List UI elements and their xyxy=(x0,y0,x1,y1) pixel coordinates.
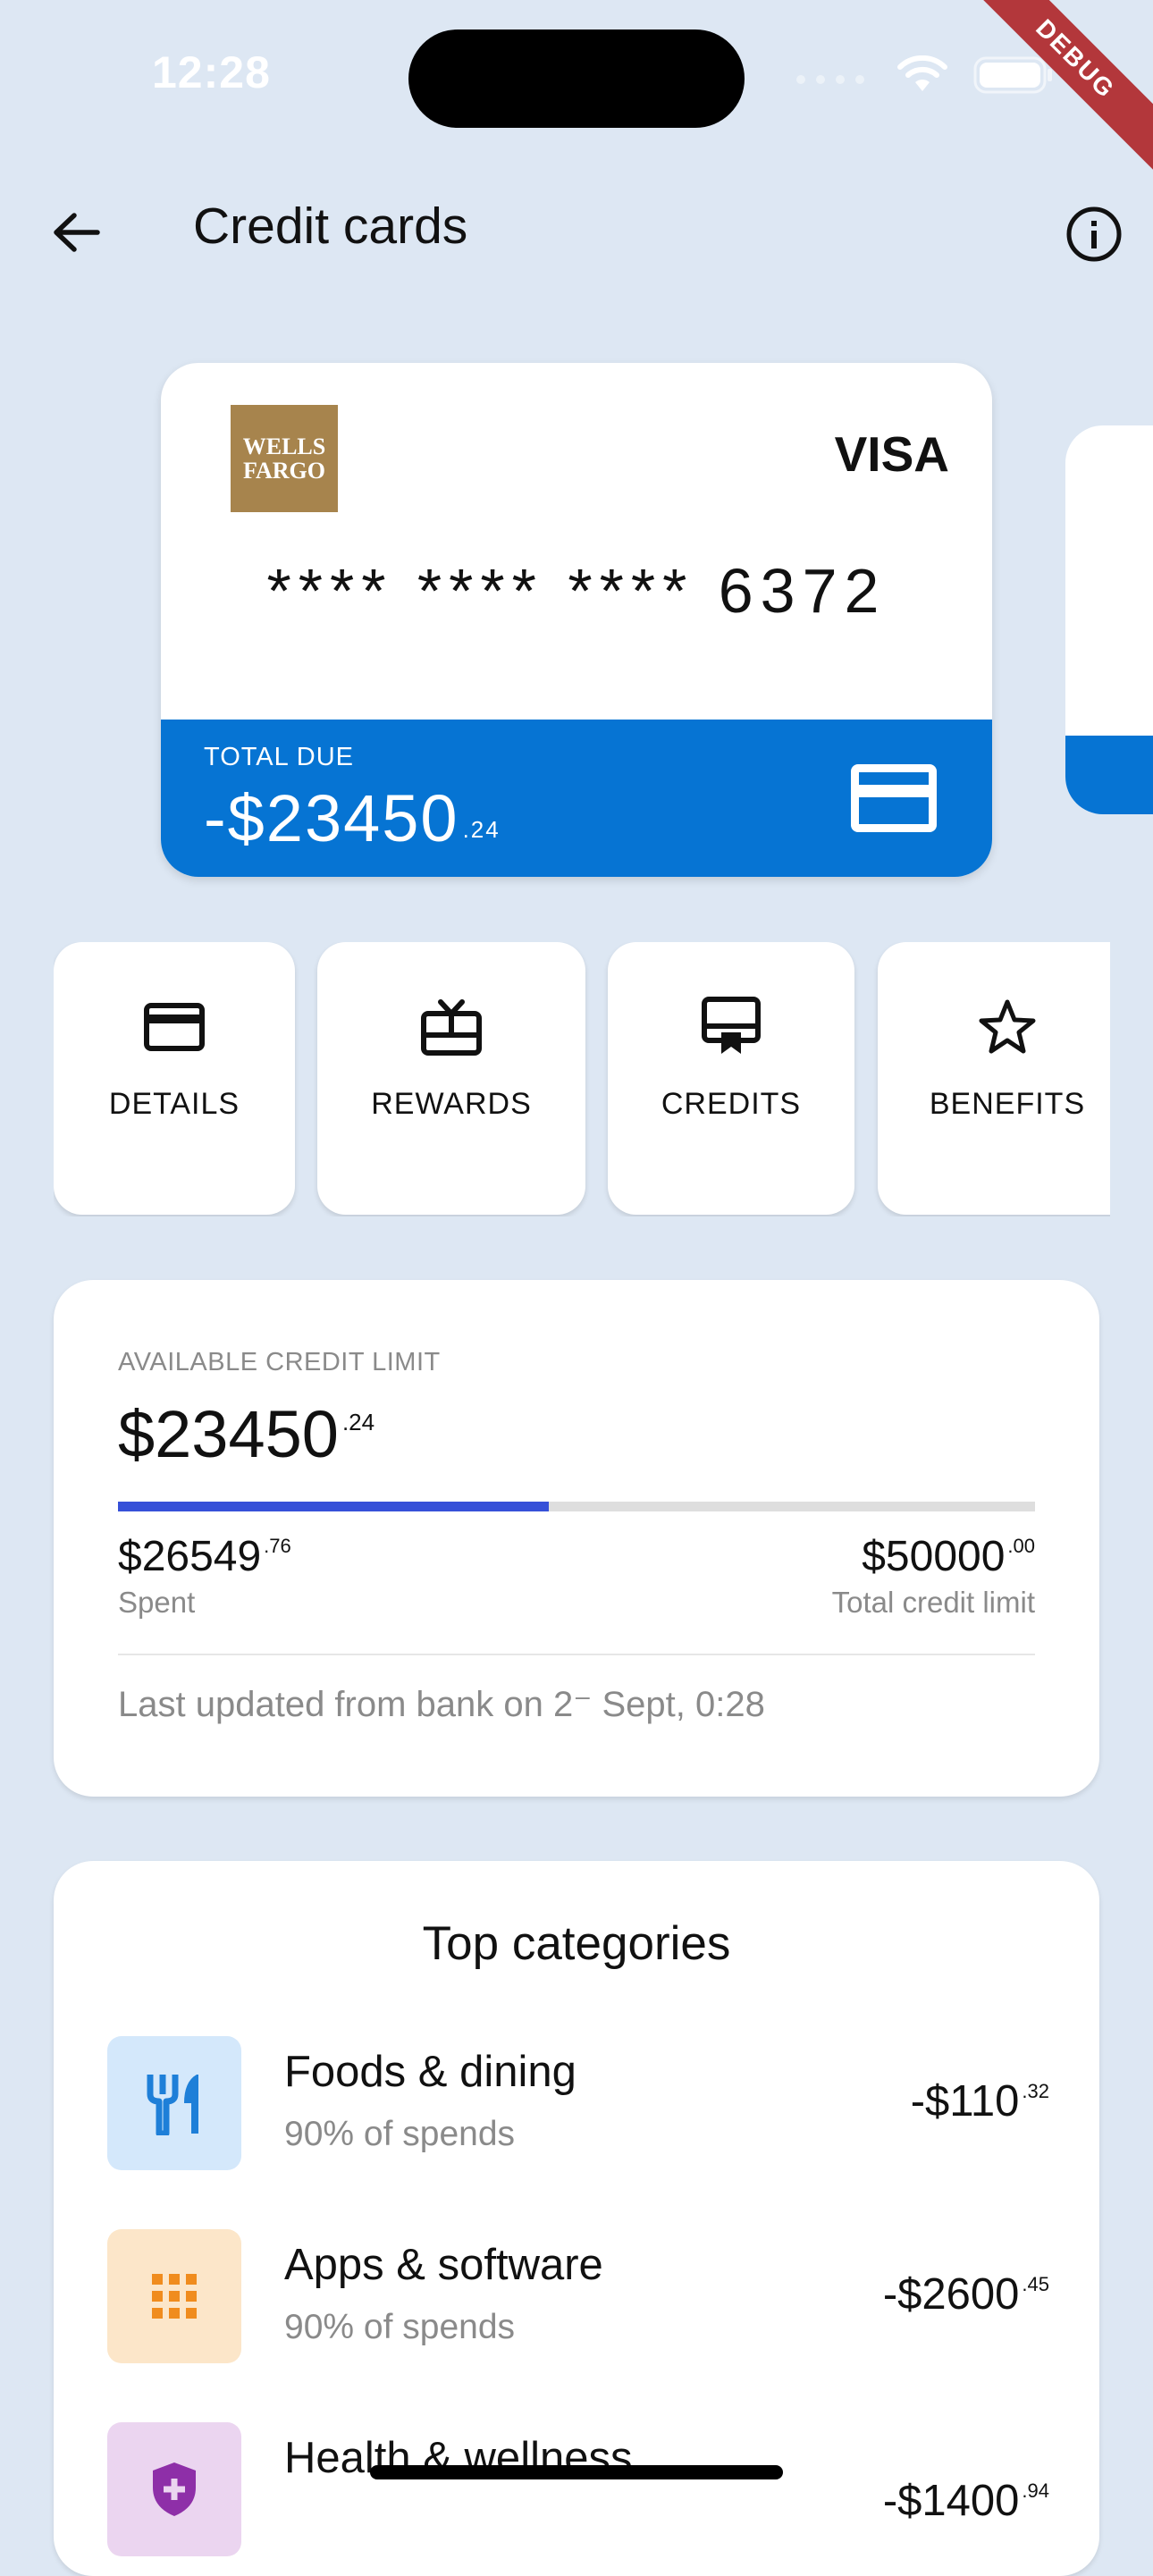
info-button[interactable] xyxy=(1064,204,1124,265)
details-label: DETAILS xyxy=(108,1087,240,1121)
category-name: Apps & software xyxy=(284,2241,603,2289)
total-due-value: -$23450 xyxy=(204,781,459,855)
bank-logo-line2: FARGO xyxy=(243,458,325,484)
next-card-peek[interactable] xyxy=(1065,425,1153,814)
info-circle-icon xyxy=(1066,206,1122,262)
signal-icon xyxy=(796,75,864,84)
total-limit-label: Total credit limit xyxy=(831,1586,1035,1619)
dynamic-island xyxy=(408,29,745,128)
credit-usage-fill xyxy=(118,1502,550,1511)
category-row-foods[interactable]: Foods & dining 90% of spends -$110.32 xyxy=(54,2036,1099,2179)
top-categories-title: Top categories xyxy=(422,1917,731,1970)
home-indicator[interactable] xyxy=(370,2465,783,2479)
category-row-health[interactable]: Health & wellness -$1400.94 xyxy=(54,2422,1099,2565)
category-row-apps[interactable]: Apps & software 90% of spends -$2600.45 xyxy=(54,2229,1099,2372)
rewards-label: REWARDS xyxy=(371,1087,532,1121)
total-due-label: TOTAL DUE xyxy=(204,743,354,771)
spent-value: $26549 xyxy=(118,1533,262,1580)
credits-label: CREDITS xyxy=(661,1087,802,1121)
total-limit-cents: .00 xyxy=(1007,1535,1035,1557)
card-membership-icon xyxy=(702,997,761,1054)
status-icons xyxy=(792,55,1055,95)
restaurant-icon xyxy=(147,2075,198,2135)
credit-card-icon xyxy=(851,764,937,832)
benefits-label: BENEFITS xyxy=(929,1087,1086,1121)
category-name: Foods & dining xyxy=(284,2048,576,2096)
spent-cents: .76 xyxy=(264,1535,291,1557)
star-outline-icon xyxy=(979,999,1036,1054)
category-amount-value: -$1400 xyxy=(882,2477,1020,2525)
card-network: VISA xyxy=(834,426,949,482)
total-limit-value: $50000 xyxy=(862,1533,1006,1580)
card-due-section: TOTAL DUE -$23450.24 xyxy=(161,720,992,877)
bank-logo: WELLS FARGO xyxy=(231,405,338,512)
card-number: **** **** **** 6372 xyxy=(266,556,887,626)
category-icon-bg xyxy=(107,2229,241,2363)
category-icon-bg xyxy=(107,2422,241,2556)
category-amount: -$2600.45 xyxy=(883,2269,1049,2319)
credit-card[interactable]: WELLS FARGO VISA **** **** **** 6372 TOT… xyxy=(161,363,992,877)
category-amount-value: -$110 xyxy=(910,2077,1020,2126)
available-credit-value: $23450 xyxy=(118,1397,339,1471)
credit-limit-label: AVAILABLE CREDIT LIMIT xyxy=(118,1348,441,1376)
divider xyxy=(118,1654,1035,1655)
credit-usage-bar xyxy=(118,1502,1035,1511)
total-due-amount: -$23450.24 xyxy=(204,780,501,856)
back-button[interactable] xyxy=(45,201,107,264)
spent-amount: $26549.76 xyxy=(118,1532,291,1581)
available-credit-cents: .24 xyxy=(341,1409,375,1435)
category-amount-cents: .94 xyxy=(1022,2479,1049,2502)
credits-button[interactable]: CREDITS xyxy=(608,942,854,1215)
available-credit: $23450.24 xyxy=(118,1396,375,1472)
category-amount: -$110.32 xyxy=(911,2076,1049,2126)
card-actions: DETAILS REWARDS CREDITS BENEFITS xyxy=(54,942,1110,1216)
credit-limit-card: AVAILABLE CREDIT LIMIT $23450.24 $26549.… xyxy=(54,1280,1099,1797)
status-time: 12:28 xyxy=(152,47,271,97)
category-amount-value: -$2600 xyxy=(882,2270,1020,2319)
category-amount: -$1400.94 xyxy=(883,2476,1049,2526)
arrow-left-icon xyxy=(54,213,100,252)
category-share: 90% of spends xyxy=(284,2115,516,2153)
last-updated-text: Last updated from bank on 2⁻ Sept, 0:28 xyxy=(118,1685,765,1724)
bank-logo-line1: WELLS xyxy=(242,434,326,459)
health-shield-icon xyxy=(153,2462,196,2516)
total-limit-amount: $50000.00 xyxy=(862,1532,1035,1581)
details-button[interactable]: DETAILS xyxy=(54,942,295,1215)
category-amount-cents: .32 xyxy=(1022,2080,1049,2102)
gift-card-icon xyxy=(421,999,482,1056)
wifi-icon xyxy=(897,55,947,91)
spent-label: Spent xyxy=(118,1586,196,1619)
apps-grid-icon xyxy=(152,2274,197,2319)
benefits-button[interactable]: BENEFITS xyxy=(878,942,1110,1215)
battery-icon xyxy=(973,56,1052,94)
category-icon-bg xyxy=(107,2036,241,2170)
category-amount-cents: .45 xyxy=(1022,2273,1049,2295)
page-title: Credit cards xyxy=(193,198,468,255)
category-share: 90% of spends xyxy=(284,2308,516,2346)
total-due-cents: .24 xyxy=(462,816,501,843)
credit-card-icon xyxy=(144,1003,205,1051)
rewards-button[interactable]: REWARDS xyxy=(317,942,585,1215)
